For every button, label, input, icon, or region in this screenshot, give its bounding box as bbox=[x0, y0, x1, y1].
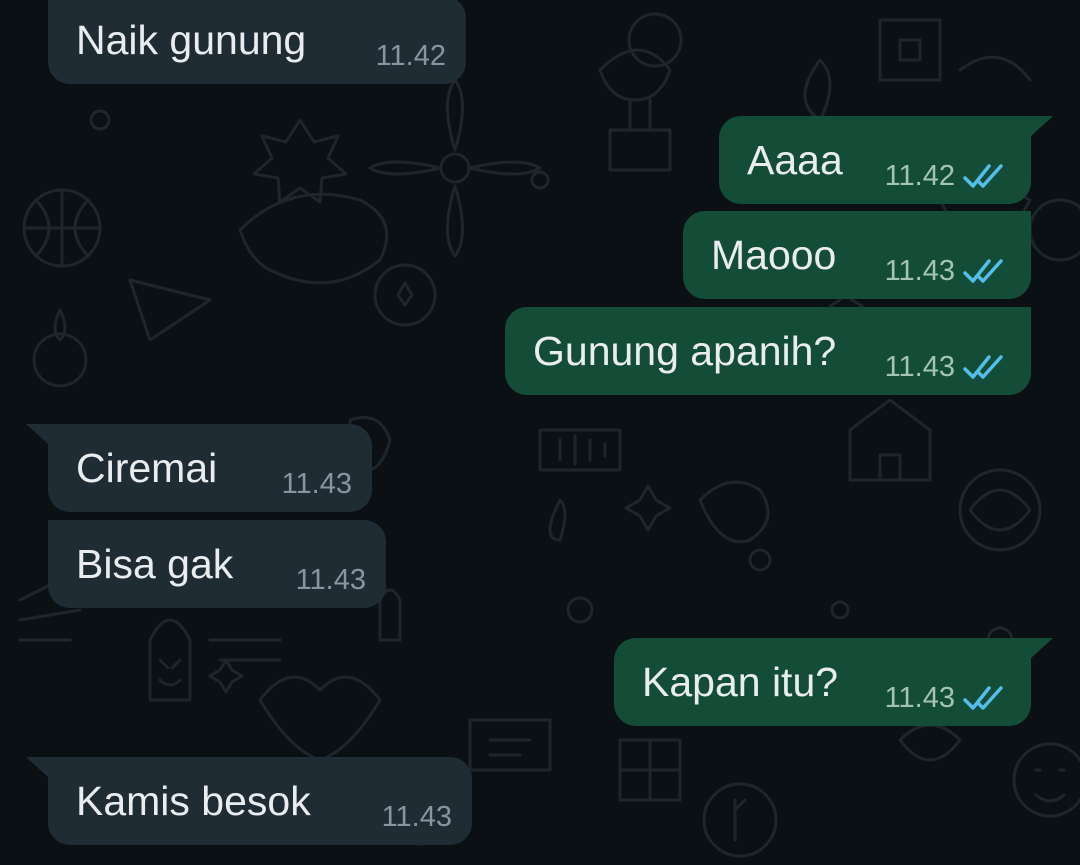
message-bubble-incoming[interactable]: Ciremai 11.43 bbox=[26, 424, 372, 512]
message-time: 11.43 bbox=[295, 564, 366, 596]
message-meta: 11.42 bbox=[376, 40, 446, 72]
bubble-tail bbox=[26, 757, 48, 777]
message-time: 11.43 bbox=[884, 255, 955, 287]
message-meta: 11.43 bbox=[296, 564, 366, 596]
message-meta: 11.43 bbox=[382, 801, 452, 833]
message-bubble-incoming[interactable]: Naik gunung 11.42 bbox=[48, 0, 466, 84]
bubble-tail bbox=[1031, 638, 1053, 658]
message-bubble-outgoing[interactable]: Kapan itu? 11.43 bbox=[614, 638, 1053, 726]
message-time: 11.43 bbox=[884, 682, 955, 714]
message-text: Naik gunung bbox=[76, 17, 307, 63]
message-time: 11.43 bbox=[381, 801, 452, 833]
message-time: 11.42 bbox=[884, 160, 955, 192]
message-text: Aaaa bbox=[747, 137, 843, 183]
message-text: Maooo bbox=[711, 232, 837, 278]
bubble-tail bbox=[26, 424, 48, 444]
message-bubble-outgoing[interactable]: Gunung apanih? 11.43 bbox=[505, 307, 1031, 395]
message-meta: 11.43 bbox=[885, 351, 1007, 383]
message-text: Bisa gak bbox=[76, 541, 234, 587]
message-text: Kapan itu? bbox=[642, 659, 839, 705]
read-double-tick-icon bbox=[963, 164, 1003, 188]
message-meta: 11.43 bbox=[282, 468, 352, 500]
message-bubble-outgoing[interactable]: Aaaa 11.42 bbox=[719, 116, 1053, 204]
read-double-tick-icon bbox=[963, 259, 1003, 283]
message-time: 11.42 bbox=[375, 40, 446, 72]
message-bubble-incoming[interactable]: Bisa gak 11.43 bbox=[48, 520, 386, 608]
message-text: Gunung apanih? bbox=[533, 328, 837, 374]
message-time: 11.43 bbox=[884, 351, 955, 383]
read-double-tick-icon bbox=[963, 355, 1003, 379]
message-meta: 11.43 bbox=[885, 255, 1007, 287]
bubble-tail bbox=[1031, 116, 1053, 136]
message-time: 11.43 bbox=[281, 468, 352, 500]
message-bubble-incoming[interactable]: Kamis besok 11.43 bbox=[26, 757, 472, 845]
message-text: Ciremai bbox=[76, 445, 218, 491]
message-meta: 11.43 bbox=[885, 682, 1007, 714]
message-text: Kamis besok bbox=[76, 778, 311, 824]
message-meta: 11.42 bbox=[885, 160, 1007, 192]
read-double-tick-icon bbox=[963, 686, 1003, 710]
message-bubble-outgoing[interactable]: Maooo 11.43 bbox=[683, 211, 1031, 299]
chat-background: Naik gunung 11.42 Aaaa 11.42 Maooo 11.43 bbox=[0, 0, 1080, 865]
